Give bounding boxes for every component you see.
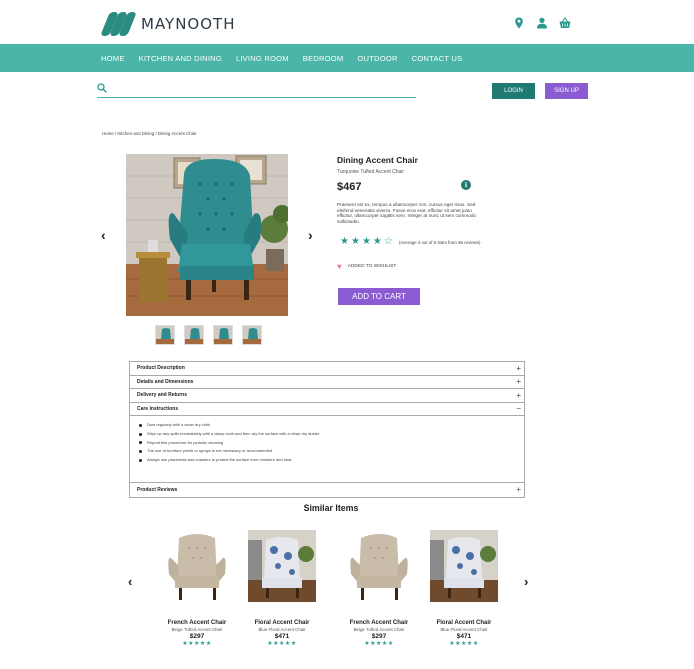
accordion-product-reviews[interactable]: Product Reviews + [130, 483, 524, 497]
breadcrumb[interactable]: Home / Kitchen and Dining / Dining Accen… [102, 131, 196, 136]
login-button[interactable]: LOGIN [492, 83, 535, 99]
carousel-prev-arrow-icon[interactable]: ‹ [128, 574, 132, 589]
add-to-cart-button[interactable]: ADD TO CART [338, 288, 420, 305]
similar-item-image [430, 530, 498, 602]
main-nav: HOME KITCHEN AND DINING LIVING ROOM BEDR… [0, 44, 694, 72]
search-bar [97, 82, 416, 98]
nav-item-outdoor[interactable]: OUTDOOR [357, 54, 397, 63]
accordion-label: Product Description [137, 365, 185, 372]
wishlist-text: ADDED TO WISHLIST [347, 264, 397, 269]
star-filled-icon: ★ [372, 236, 382, 247]
similar-item-image [163, 530, 231, 602]
list-item: Dust regularly with a clean dry cloth [139, 421, 524, 430]
plus-icon[interactable]: + [516, 391, 521, 400]
heart-icon[interactable]: ♥ [337, 262, 342, 271]
thumbnail[interactable] [242, 325, 262, 345]
plus-icon[interactable]: + [516, 377, 521, 386]
similar-item-stars: ★★★★★ [364, 641, 394, 647]
nav-item-living-room[interactable]: LIVING ROOM [236, 54, 289, 63]
thumbnail-strip [155, 325, 262, 345]
star-filled-icon: ★ [340, 236, 349, 247]
similar-item-subtitle: Beige Tufted Accent Chair [171, 627, 223, 632]
list-item: The use of furniture polish or sprays is… [139, 447, 524, 456]
nav-item-home[interactable]: HOME [101, 54, 125, 63]
thumbnail[interactable] [213, 325, 233, 345]
rating-text: (Average 4 out of 5 stars from 56 review… [398, 239, 481, 245]
product-subtitle: Turquoise Tufted Accent Chair [337, 169, 405, 175]
wishlist[interactable]: ♥ ADDED TO WISHLIST [337, 262, 396, 271]
similar-item-card[interactable]: French Accent Chair Beige Tufted Accent … [339, 530, 419, 647]
product-title: Dining Accent Chair [337, 155, 418, 165]
nav-item-kitchen-dining[interactable]: KITCHEN AND DINING [139, 54, 222, 63]
accordion-label: Details and Dimensions [137, 378, 194, 385]
similar-item-subtitle: Beige Tufted Accent Chair [353, 627, 405, 632]
search-input[interactable] [112, 82, 412, 96]
similar-item-stars: ★★★★★ [267, 641, 297, 647]
info-icon[interactable]: i [461, 180, 471, 190]
accordion-label: Care Instructions [137, 405, 179, 412]
prev-image-arrow-icon[interactable]: ‹ [101, 227, 106, 243]
similar-item-price: $471 [456, 633, 472, 640]
signup-button[interactable]: SIGN UP [545, 83, 588, 99]
accordion-label: Product Reviews [137, 486, 178, 493]
similar-item-name: Floral Accent Chair [436, 620, 492, 626]
logo-mark-icon [100, 12, 137, 36]
list-item: Wipe up any spills immediately with a da… [139, 430, 524, 439]
similar-item-price: $297 [189, 633, 205, 640]
similar-items-title: Similar Items [303, 503, 359, 513]
brand-logo[interactable]: MAYNOOTH [100, 12, 236, 36]
plus-icon[interactable]: + [516, 364, 521, 373]
similar-item-image [345, 530, 413, 602]
brand-name: MAYNOOTH [141, 15, 236, 33]
star-filled-icon: ★ [361, 236, 371, 247]
product-description: Praesent est ex, tempus a ullamcorper no… [337, 202, 477, 224]
star-filled-icon: ★ [350, 236, 360, 247]
next-image-arrow-icon[interactable]: › [308, 227, 313, 243]
plus-icon[interactable]: + [516, 485, 521, 494]
similar-item-stars: ★★★★★ [182, 641, 212, 647]
product-main-image [126, 154, 288, 316]
thumbnail[interactable] [184, 325, 204, 345]
similar-item-card[interactable]: Floral Accent Chair Blue Floral Accent C… [424, 530, 504, 647]
accordion-label: Delivery and Returns [137, 392, 188, 399]
similar-item-stars: ★★★★★ [449, 641, 479, 647]
similar-item-subtitle: Blue Floral Accent Chair [258, 627, 306, 632]
product-price: $467 [337, 181, 362, 193]
accordion-delivery-returns[interactable]: Delivery and Returns + [130, 389, 524, 403]
similar-item-subtitle: Blue Floral Accent Chair [440, 627, 488, 632]
accordion-product-description[interactable]: Product Description + [130, 362, 524, 376]
similar-item-card[interactable]: French Accent Chair Beige Tufted Accent … [157, 530, 237, 647]
similar-item-card[interactable]: Floral Accent Chair Blue Floral Accent C… [242, 530, 322, 647]
list-item: Repeat this procedure for periodic clean… [139, 439, 524, 448]
rating: ★ ★ ★ ★ ☆ (Average 4 out of 5 stars from… [340, 237, 481, 247]
similar-item-name: French Accent Chair [349, 620, 409, 626]
location-icon[interactable] [513, 17, 525, 29]
minus-icon[interactable]: − [516, 404, 521, 413]
care-instructions-body: Dust regularly with a clean dry cloth Wi… [130, 416, 524, 483]
search-icon[interactable] [97, 83, 107, 93]
basket-icon[interactable] [559, 17, 571, 29]
accordion-care-instructions[interactable]: Care Instructions − [130, 403, 524, 416]
star-empty-icon: ☆ [383, 236, 393, 247]
product-accordion: Product Description + Details and Dimens… [129, 361, 525, 498]
nav-item-contact-us[interactable]: CONTACT US [412, 54, 463, 63]
similar-item-image [248, 530, 316, 602]
carousel-next-arrow-icon[interactable]: › [524, 574, 528, 589]
accordion-details-dimensions[interactable]: Details and Dimensions + [130, 376, 524, 389]
thumbnail[interactable] [155, 325, 175, 345]
similar-item-name: Floral Accent Chair [254, 620, 310, 626]
similar-item-price: $471 [274, 633, 290, 640]
nav-item-bedroom[interactable]: BEDROOM [303, 54, 344, 63]
list-item: Always use placemats and coasters to pro… [139, 456, 524, 465]
header-icons [513, 17, 571, 29]
similar-item-name: French Accent Chair [167, 620, 227, 626]
similar-item-price: $297 [371, 633, 387, 640]
user-icon[interactable] [536, 17, 548, 29]
